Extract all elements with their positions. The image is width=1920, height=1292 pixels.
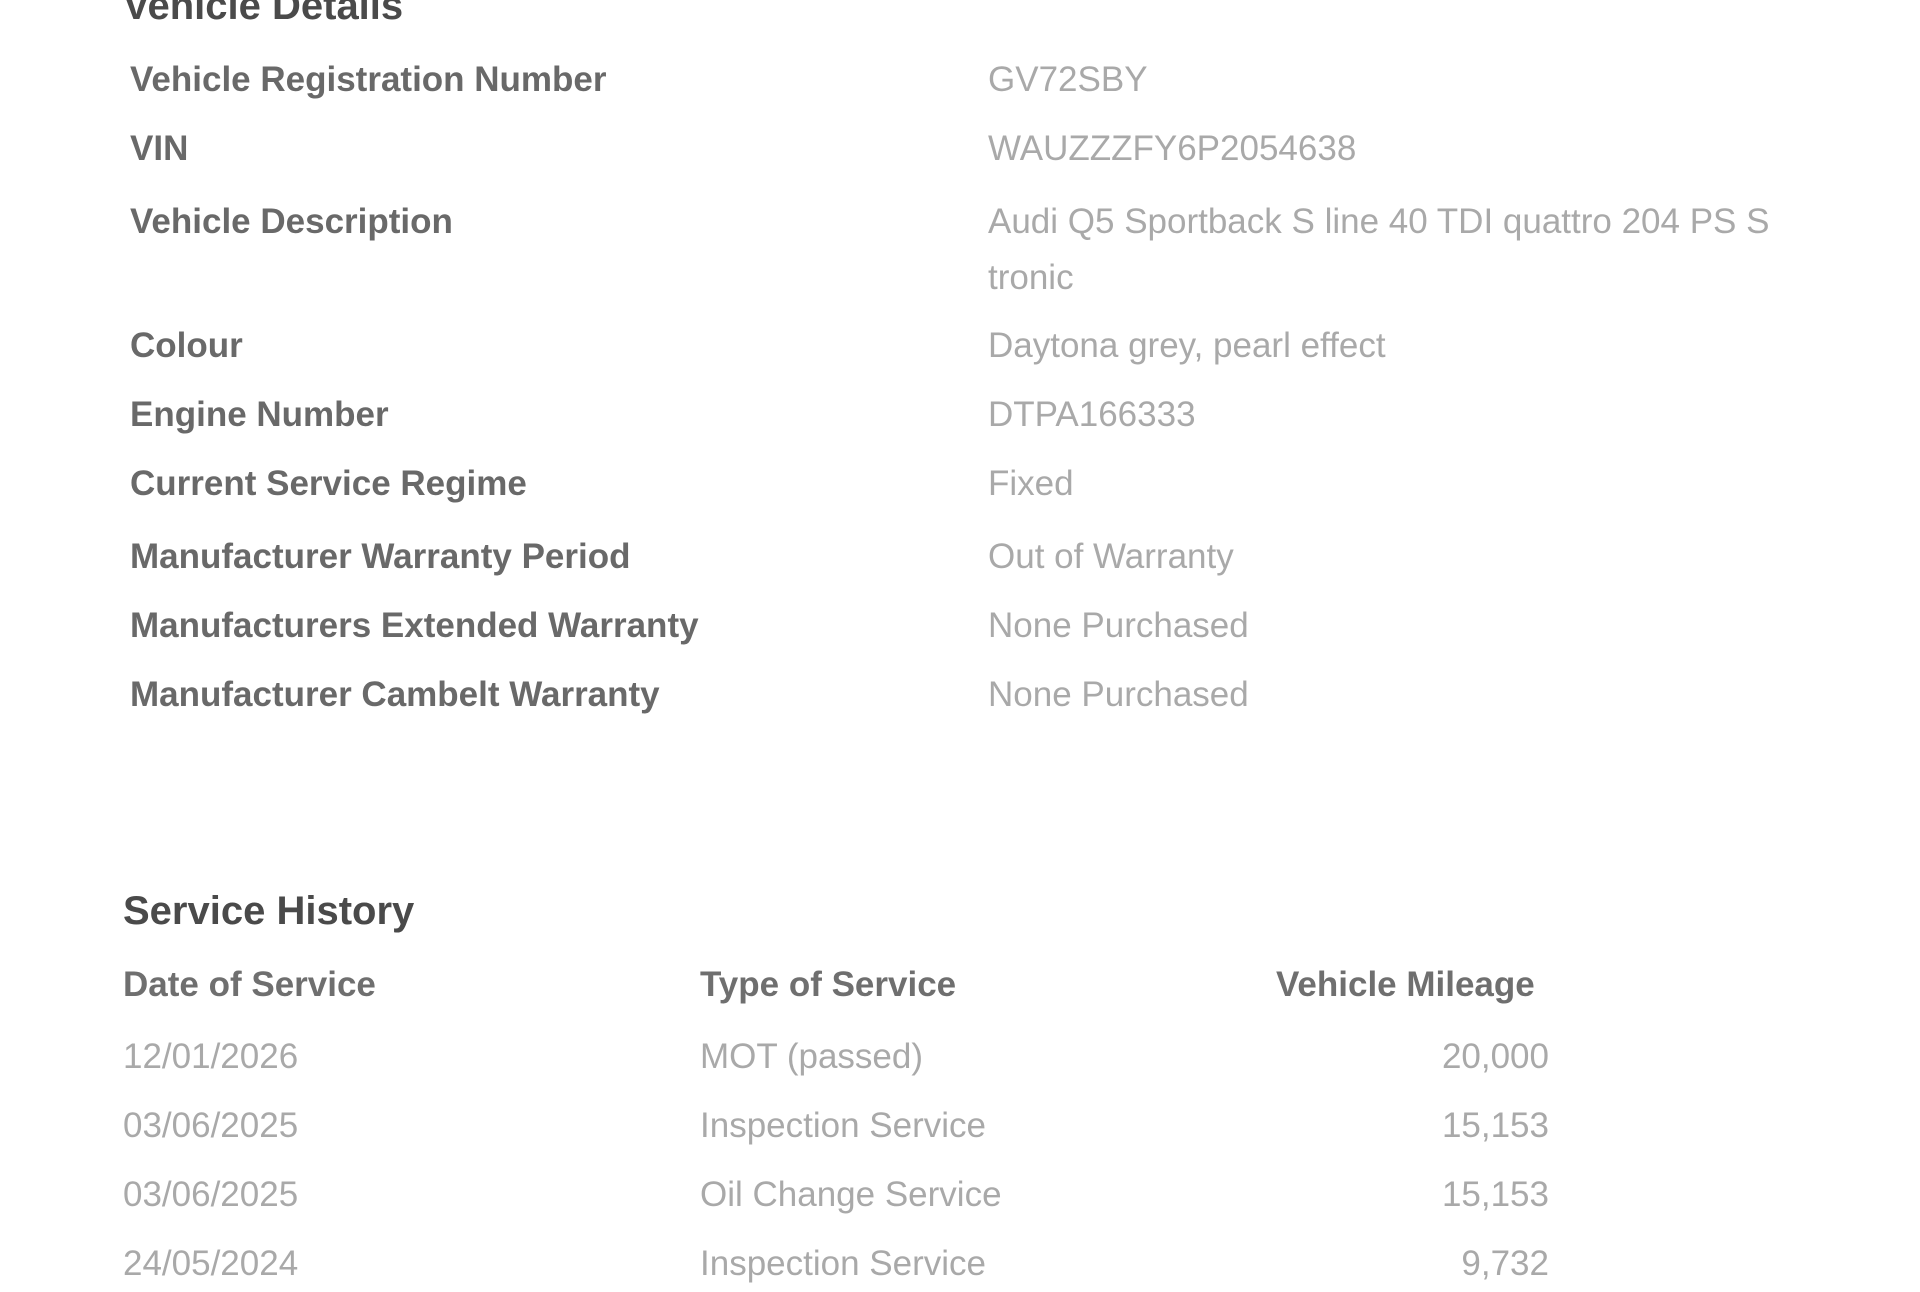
service-type: Oil Change Service [700, 1175, 1002, 1214]
column-header-type: Type of Service [700, 965, 957, 1004]
service-type: Inspection Service [700, 1244, 986, 1283]
table-row: 24/05/2024 Inspection Service 9,732 [123, 1236, 1623, 1292]
document-page: Vehicle Details Vehicle Registration Num… [0, 0, 1920, 1283]
table-row: 03/06/2025 Inspection Service 15,153 [123, 1098, 1623, 1154]
service-mileage: 15,153 [1441, 1106, 1549, 1145]
detail-row-service-regime: Current Service Regime Fixed [130, 456, 1830, 512]
service-history-heading: Service History [123, 889, 415, 933]
detail-label: Colour [130, 326, 243, 365]
detail-label: Manufacturer Warranty Period [130, 537, 631, 576]
service-date: 03/06/2025 [123, 1106, 299, 1145]
column-header-mileage: Vehicle Mileage [1276, 965, 1535, 1004]
table-row: 03/06/2025 Oil Change Service 15,153 [123, 1167, 1623, 1223]
table-row: 12/01/2026 MOT (passed) 20,000 [123, 1029, 1623, 1085]
service-history-header: Date of Service Type of Service Vehicle … [123, 957, 1623, 1013]
vehicle-details-heading: Vehicle Details [123, 0, 404, 28]
detail-value: None Purchased [988, 675, 1249, 714]
detail-label: Vehicle Description [130, 202, 453, 241]
detail-label: Manufacturer Cambelt Warranty [130, 675, 660, 714]
service-mileage: 9,732 [1461, 1244, 1549, 1283]
service-date: 12/01/2026 [123, 1037, 299, 1076]
service-type: Inspection Service [700, 1106, 986, 1145]
service-type: MOT (passed) [700, 1037, 924, 1076]
detail-label: Vehicle Registration Number [130, 60, 607, 99]
detail-value: None Purchased [988, 606, 1249, 645]
service-mileage: 15,153 [1441, 1175, 1549, 1214]
detail-value: DTPA166333 [988, 395, 1196, 434]
detail-value: WAUZZZFY6P2054638 [988, 129, 1357, 168]
detail-row-cambelt-warranty: Manufacturer Cambelt Warranty None Purch… [130, 667, 1830, 723]
detail-value: Daytona grey, pearl effect [988, 326, 1386, 365]
detail-label: Manufacturers Extended Warranty [130, 606, 699, 645]
detail-row-colour: Colour Daytona grey, pearl effect [130, 318, 1830, 374]
detail-row-registration: Vehicle Registration Number GV72SBY [130, 52, 1830, 108]
detail-label: Current Service Regime [130, 464, 527, 503]
service-mileage: 20,000 [1441, 1037, 1549, 1076]
service-date: 24/05/2024 [123, 1244, 299, 1283]
detail-label: Engine Number [130, 395, 389, 434]
detail-value: GV72SBY [988, 60, 1148, 99]
detail-row-warranty-period: Manufacturer Warranty Period Out of Warr… [130, 529, 1830, 585]
column-header-date: Date of Service [123, 965, 376, 1004]
detail-value: Out of Warranty [988, 537, 1234, 576]
detail-row-engine-number: Engine Number DTPA166333 [130, 387, 1830, 443]
detail-row-vin: VIN WAUZZZFY6P2054638 [130, 121, 1830, 177]
detail-row-description: Vehicle Description Audi Q5 Sportback S … [130, 194, 1830, 306]
detail-value: Fixed [988, 464, 1074, 503]
service-date: 03/06/2025 [123, 1175, 299, 1214]
detail-label: VIN [130, 129, 189, 168]
detail-value: Audi Q5 Sportback S line 40 TDI quattro … [988, 202, 1770, 297]
detail-row-extended-warranty: Manufacturers Extended Warranty None Pur… [130, 598, 1830, 654]
